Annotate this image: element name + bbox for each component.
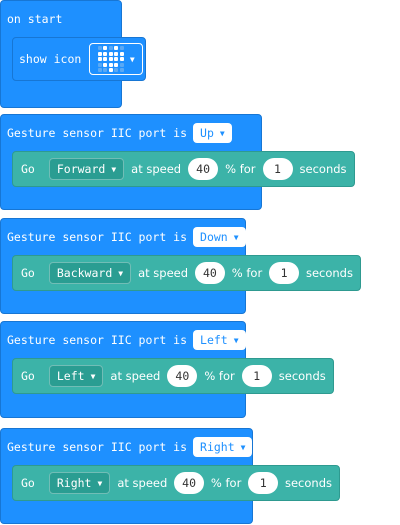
percent-for-label: % for xyxy=(231,266,263,280)
go-command-block[interactable]: Go Left ▼ at speed 40 % for 1 seconds xyxy=(12,358,334,394)
gesture-header: Gesture sensor IIC port is Down ▼ xyxy=(7,227,246,247)
direction-value: Forward xyxy=(56,162,106,176)
on-start-block[interactable]: on start show icon ▼ xyxy=(0,0,146,108)
percent-for-label: % for xyxy=(210,476,242,490)
gesture-block-left[interactable]: Gesture sensor IIC port is Left ▼ Go Left… xyxy=(0,321,334,418)
go-command-block[interactable]: Go Forward ▼ at speed 40 % for 1 seconds xyxy=(12,151,355,187)
on-start-label: on start xyxy=(7,12,63,26)
gesture-header: Gesture sensor IIC port is Left ▼ xyxy=(7,330,246,350)
speed-input[interactable]: 40 xyxy=(188,158,219,180)
direction-value: Right xyxy=(56,476,92,490)
at-speed-label: at speed xyxy=(117,476,168,490)
at-speed-label: at speed xyxy=(131,162,182,176)
heart-icon xyxy=(97,46,124,72)
port-dropdown[interactable]: Down ▼ xyxy=(193,227,246,247)
go-label: Go xyxy=(21,476,35,490)
percent-for-label: % for xyxy=(225,162,256,176)
duration-input[interactable]: 1 xyxy=(241,365,272,387)
gesture-block-up[interactable]: Gesture sensor IIC port is Up ▼ Go Forwar… xyxy=(0,114,355,210)
port-value: Down xyxy=(200,230,228,244)
percent-for-label: % for xyxy=(204,369,235,383)
port-dropdown[interactable]: Left ▼ xyxy=(193,330,246,350)
duration-input[interactable]: 1 xyxy=(248,472,278,494)
duration-input[interactable]: 1 xyxy=(269,262,299,284)
go-label: Go xyxy=(21,369,35,383)
seconds-label: seconds xyxy=(305,266,353,280)
gesture-block-down[interactable]: Gesture sensor IIC port is Down ▼ Go Back… xyxy=(0,218,361,314)
gesture-header: Gesture sensor IIC port is Up ▼ xyxy=(7,123,232,143)
go-command-block[interactable]: Go Backward ▼ at speed 40 % for 1 seconds xyxy=(12,255,361,291)
seconds-label: seconds xyxy=(299,162,347,176)
gesture-header: Gesture sensor IIC port is Right ▼ xyxy=(7,437,253,457)
show-icon-block[interactable]: show icon ▼ xyxy=(12,37,146,81)
at-speed-label: at speed xyxy=(138,266,189,280)
at-speed-label: at speed xyxy=(110,369,161,383)
gesture-header-label: Gesture sensor IIC port is xyxy=(7,440,188,454)
direction-dropdown[interactable]: Right ▼ xyxy=(48,472,111,494)
icon-dropdown[interactable]: ▼ xyxy=(89,43,144,75)
port-value: Left xyxy=(200,333,228,347)
on-start-header: on start xyxy=(7,12,62,26)
go-command-block[interactable]: Go Right ▼ at speed 40 % for 1 seconds xyxy=(12,465,340,501)
gesture-header-label: Gesture sensor IIC port is xyxy=(7,126,188,140)
port-dropdown[interactable]: Right ▼ xyxy=(193,437,253,457)
chevron-down-icon: ▼ xyxy=(90,371,96,381)
chevron-down-icon: ▼ xyxy=(111,164,117,174)
port-value: Right xyxy=(200,440,235,454)
direction-dropdown[interactable]: Left ▼ xyxy=(48,365,104,387)
go-label: Go xyxy=(21,162,35,176)
chevron-down-icon: ▼ xyxy=(118,268,124,278)
speed-input[interactable]: 40 xyxy=(195,262,225,284)
show-icon-label: show icon xyxy=(19,52,82,66)
chevron-down-icon: ▼ xyxy=(129,54,135,64)
chevron-down-icon: ▼ xyxy=(233,232,239,242)
chevron-down-icon: ▼ xyxy=(219,128,225,138)
direction-dropdown[interactable]: Backward ▼ xyxy=(48,262,132,284)
port-dropdown[interactable]: Up ▼ xyxy=(193,123,232,143)
seconds-label: seconds xyxy=(278,369,326,383)
speed-input[interactable]: 40 xyxy=(167,365,198,387)
seconds-label: seconds xyxy=(284,476,332,490)
chevron-down-icon: ▼ xyxy=(240,442,246,452)
duration-input[interactable]: 1 xyxy=(262,158,293,180)
chevron-down-icon: ▼ xyxy=(233,335,239,345)
gesture-header-label: Gesture sensor IIC port is xyxy=(7,230,188,244)
speed-input[interactable]: 40 xyxy=(174,472,204,494)
gesture-header-label: Gesture sensor IIC port is xyxy=(7,333,188,347)
port-value: Up xyxy=(200,126,214,140)
gesture-block-right[interactable]: Gesture sensor IIC port is Right ▼ Go Rig… xyxy=(0,428,340,524)
direction-value: Left xyxy=(56,369,85,383)
direction-dropdown[interactable]: Forward ▼ xyxy=(48,158,125,180)
direction-value: Backward xyxy=(56,266,113,280)
chevron-down-icon: ▼ xyxy=(97,478,103,488)
go-label: Go xyxy=(21,266,35,280)
